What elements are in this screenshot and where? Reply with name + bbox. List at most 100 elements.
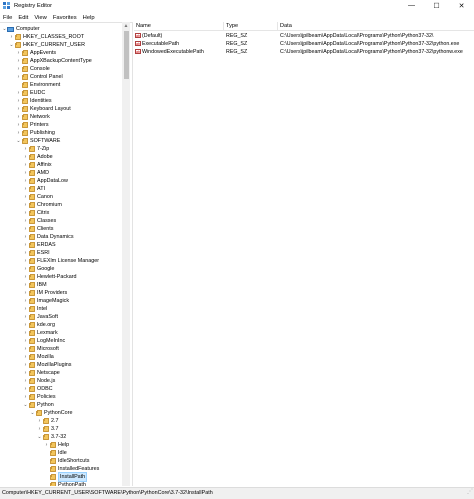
tree-item[interactable]: ⌄ SOFTWARE [16,137,60,145]
tree-item[interactable]: Idle [44,449,67,457]
expand-chevron-icon[interactable]: › [23,329,28,337]
tree-item[interactable]: PythonPath [44,481,86,486]
expand-chevron-icon[interactable]: › [16,97,21,105]
column-header-data[interactable]: Data [278,22,474,31]
tree-item[interactable]: › 2.7 [37,417,59,425]
resize-grip-icon[interactable]: ⋰ [467,487,473,498]
expand-chevron-icon[interactable]: › [23,161,28,169]
tree-item[interactable]: › 3.7 [37,425,59,433]
registry-key-tree[interactable]: ⌄ Computer › HKEY_CLASSES_ROOT ⌄ HKEY_CURRENT… [0,22,132,486]
menu-file[interactable]: File [0,15,15,21]
expand-chevron-icon[interactable]: › [9,33,14,41]
tree-item[interactable]: › EUDC [16,89,45,97]
tree-item[interactable]: › Netscape [23,369,60,377]
expand-chevron-icon[interactable]: › [37,425,42,433]
tree-item[interactable]: › Clients [23,225,53,233]
tree-item[interactable]: › Google [23,265,54,273]
expand-chevron-icon[interactable]: › [16,121,21,129]
tree-item[interactable]: › Console [16,65,50,73]
expand-chevron-icon[interactable]: › [16,49,21,57]
menu-help[interactable]: Help [80,15,98,21]
tree-item[interactable]: › IBM [23,281,47,289]
tree-item[interactable]: ⌄ Computer [2,25,39,33]
expand-chevron-icon[interactable]: › [23,233,28,241]
tree-item[interactable]: ⌄ 3.7-32 [37,433,66,441]
minimize-button[interactable]: — [399,0,424,11]
tree-item[interactable]: › Mozilla [23,353,54,361]
expand-chevron-icon[interactable]: › [23,273,28,281]
tree-item[interactable]: › MozillaPlugins [23,361,71,369]
tree-item[interactable]: › ATI [23,185,45,193]
tree-item[interactable]: › Adobe [23,153,53,161]
tree-item[interactable]: ⌄ HKEY_CURRENT_USER [9,41,85,49]
scrollbar-thumb[interactable] [123,31,129,79]
expand-chevron-icon[interactable]: › [23,377,28,385]
expand-chevron-icon[interactable]: › [23,241,28,249]
expand-chevron-icon[interactable]: › [23,265,28,273]
tree-item[interactable]: › JavaSoft [23,313,58,321]
tree-item[interactable]: › Intel [23,305,47,313]
tree-item[interactable]: › AppEvents [16,49,56,57]
expand-chevron-icon[interactable]: › [23,297,28,305]
tree-item[interactable]: › Network [16,113,50,121]
collapse-chevron-icon[interactable]: ⌄ [30,409,35,417]
tree-item[interactable]: IdleShortcuts [44,457,89,465]
tree-item[interactable]: › kde.org [23,321,55,329]
collapse-chevron-icon[interactable]: ⌄ [23,401,28,409]
tree-item[interactable]: › Identities [16,97,52,105]
expand-chevron-icon[interactable]: › [23,385,28,393]
menu-favorites[interactable]: Favorites [50,15,80,21]
expand-chevron-icon[interactable]: › [23,361,28,369]
tree-item[interactable]: › HKEY_CLASSES_ROOT [9,33,84,41]
tree-item[interactable]: › ODBC [23,385,53,393]
tree-item[interactable]: › Publishing [16,129,55,137]
tree-item[interactable]: › Lexmark [23,329,58,337]
maximize-button[interactable]: ☐ [424,0,449,11]
tree-item[interactable]: › Hewlett-Packard [23,273,77,281]
expand-chevron-icon[interactable]: › [23,169,28,177]
collapse-chevron-icon[interactable]: ⌄ [16,137,21,145]
expand-chevron-icon[interactable]: › [16,105,21,113]
tree-item[interactable]: › Control Panel [16,73,63,81]
expand-chevron-icon[interactable]: › [16,113,21,121]
tree-item[interactable]: › Node.js [23,377,55,385]
expand-chevron-icon[interactable]: › [23,281,28,289]
expand-chevron-icon[interactable]: › [23,145,28,153]
expand-chevron-icon[interactable]: › [16,73,21,81]
value-row[interactable]: ab WindowedExecutablePath REG_SZ C:\Users\j… [134,48,474,56]
tree-item[interactable]: › 7-Zip [23,145,49,153]
expand-chevron-icon[interactable]: › [23,369,28,377]
expand-chevron-icon[interactable]: › [23,345,28,353]
expand-chevron-icon[interactable]: › [23,177,28,185]
tree-item[interactable]: › ESRI [23,249,50,257]
menu-view[interactable]: View [31,15,49,21]
expand-chevron-icon[interactable]: › [23,201,28,209]
expand-chevron-icon[interactable]: › [23,393,28,401]
expand-chevron-icon[interactable]: › [23,289,28,297]
tree-item[interactable]: › Canon [23,193,53,201]
expand-chevron-icon[interactable]: › [16,129,21,137]
expand-chevron-icon[interactable]: › [23,225,28,233]
expand-chevron-icon[interactable]: › [16,89,21,97]
expand-chevron-icon[interactable]: › [16,65,21,73]
tree-item[interactable]: › Keyboard Layout [16,105,71,113]
tree-item[interactable]: ⌄ Python [23,401,54,409]
tree-item[interactable]: InstallPath [44,472,88,482]
tree-item[interactable]: › AMD [23,169,49,177]
tree-item[interactable]: › IM Providers [23,289,67,297]
tree-item[interactable]: › Classes [23,217,56,225]
expand-chevron-icon[interactable]: › [37,417,42,425]
tree-item[interactable]: › AppDataLow [23,177,68,185]
tree-item[interactable]: › Data Dynamics [23,233,74,241]
expand-chevron-icon[interactable]: › [23,153,28,161]
expand-chevron-icon[interactable]: › [23,257,28,265]
expand-chevron-icon[interactable]: › [44,441,49,449]
tree-item[interactable]: › Printers [16,121,49,129]
tree-item[interactable]: › Microsoft [23,345,59,353]
tree-item[interactable]: › AppXBackupContentType [16,57,92,65]
tree-item[interactable]: › Help [44,441,69,449]
column-header-type[interactable]: Type [224,22,278,31]
value-row[interactable]: ab ExecutablePath REG_SZ C:\Users\jpilbeam\… [134,40,474,48]
column-header-name[interactable]: Name [134,22,224,31]
pane-splitter[interactable] [132,22,133,486]
